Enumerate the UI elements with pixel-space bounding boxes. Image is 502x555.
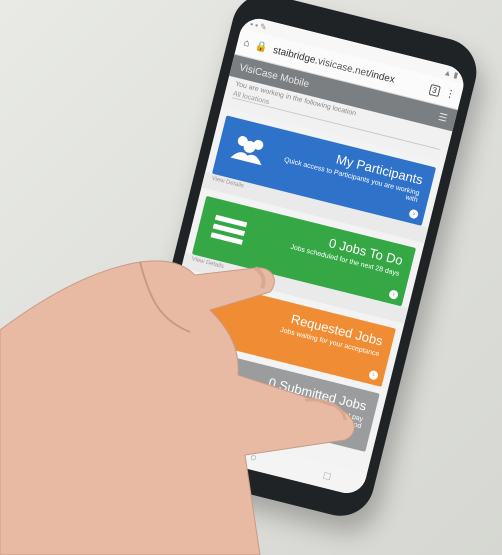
photo-scene: ▪ ▪ ✎ ▲ ▮ ⌂ 🔒 staibridge.visicase.net/in… — [0, 0, 502, 555]
hand-illustration — [0, 260, 355, 555]
